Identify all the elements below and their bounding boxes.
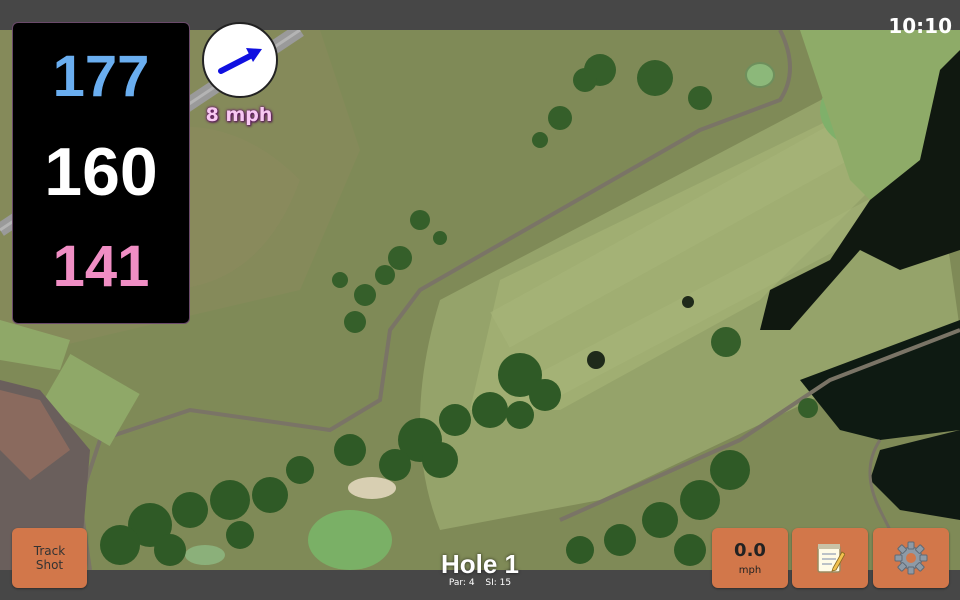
distance-back: 177	[52, 44, 150, 109]
hole-par: Par: 4	[448, 578, 475, 588]
notepad-icon	[817, 544, 845, 573]
wind-indicator	[202, 22, 278, 98]
status-time: 10:10	[888, 14, 952, 38]
distance-middle: 160	[44, 134, 158, 210]
hole-title: Hole 1	[440, 549, 520, 579]
speed-value: 0.0	[734, 540, 766, 561]
speed-button[interactable]: 0.0 mph	[712, 528, 788, 588]
distance-front: 141	[52, 234, 150, 299]
track-shot-label: Track Shot	[33, 544, 66, 572]
gear-icon	[894, 541, 928, 575]
yardage-panel: 177 160 141	[12, 22, 190, 324]
speed-unit: mph	[738, 565, 762, 576]
wind-speed: 8 mph	[205, 104, 273, 126]
wind-arrow-icon	[218, 48, 262, 74]
track-shot-button[interactable]: Track Shot	[12, 528, 87, 588]
hole-info: Hole 1 Par: 4 SI: 15	[380, 550, 580, 589]
hole-meta: Par: 4 SI: 15	[380, 578, 580, 589]
notes-button[interactable]	[792, 528, 868, 588]
hole-stroke-index: SI: 15	[485, 578, 512, 588]
settings-button[interactable]	[873, 528, 949, 588]
